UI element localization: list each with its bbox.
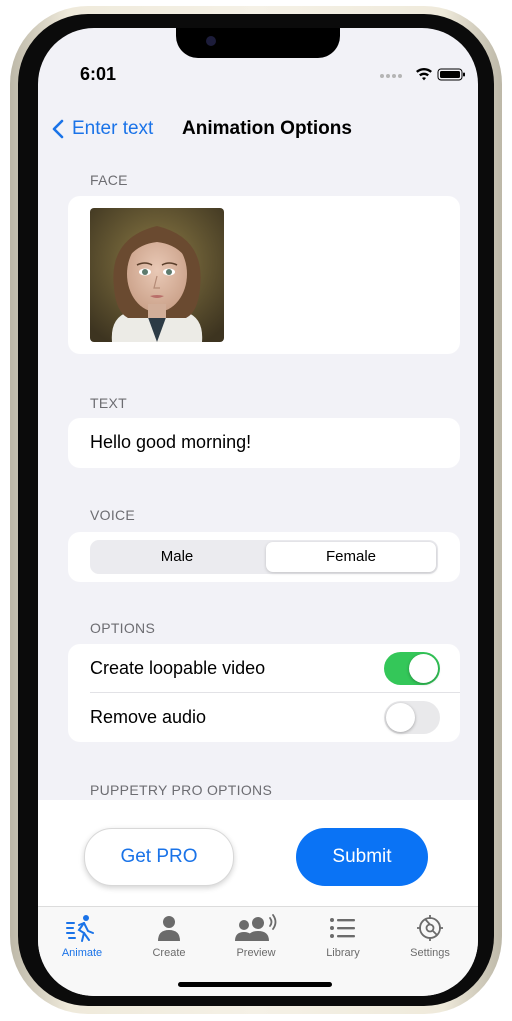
screen: 6:01 Enter text Animation Options FACE T… [38,28,478,996]
face-card [68,196,460,354]
animation-text-value: Hello good morning! [90,432,252,452]
status-icons [378,66,468,82]
voice-section-label: VOICE [90,507,136,523]
phone-bezel: 6:01 Enter text Animation Options FACE T… [18,14,494,1006]
option-row-loopable: Create loopable video [90,644,460,692]
wifi-icon [416,67,432,81]
animate-runner-icon [66,915,94,942]
options-card: Create loopable video Remove audio [68,644,460,742]
page-title: Animation Options [182,118,352,139]
gear-icon [417,915,443,941]
tab-settings[interactable]: Settings [390,913,470,959]
front-camera [206,36,216,46]
loopable-video-label: Create loopable video [90,658,266,678]
voice-option-male[interactable]: Male [92,542,262,572]
voice-segmented-control: Male Female [90,540,438,574]
status-time: 6:01 [80,64,117,84]
voice-option-female[interactable]: Female [266,542,436,572]
loopable-video-toggle[interactable] [384,652,440,685]
notch [176,28,340,58]
toggle-knob [386,703,415,732]
tab-create[interactable]: Create [129,913,209,959]
tab-preview[interactable]: Preview [216,913,296,959]
text-card[interactable]: Hello good morning! [68,418,460,468]
text-section-label: TEXT [90,395,127,411]
voice-card: Male Female [68,532,460,582]
back-button[interactable]: Enter text [52,116,153,142]
toggle-knob [409,654,438,683]
battery-icon [437,68,465,81]
phone-frame: 6:01 Enter text Animation Options FACE T… [10,6,502,1014]
tab-animate-label: Animate [61,947,103,959]
get-pro-button[interactable]: Get PRO [84,828,234,886]
back-button-label: Enter text [72,118,154,139]
face-section-label: FACE [90,172,128,188]
tab-create-label: Create [152,947,186,959]
tab-animate[interactable]: Animate [42,913,122,959]
home-indicator[interactable] [178,982,332,987]
tab-library[interactable]: Library [303,913,383,959]
tab-library-label: Library [326,947,360,959]
face-image[interactable] [90,208,224,342]
tab-settings-label: Settings [410,947,450,959]
person-icon [158,916,180,941]
options-section-label: OPTIONS [90,620,156,636]
option-row-remove-audio: Remove audio [90,693,460,741]
list-icon [330,918,355,938]
pro-options-section-label: PUPPETRY PRO OPTIONS [90,782,273,798]
action-panel: Get PRO Submit [38,800,478,906]
remove-audio-label: Remove audio [90,707,207,727]
cellular-signal-icon [380,74,402,78]
chevron-left-icon [52,119,64,139]
tab-preview-label: Preview [236,947,276,959]
submit-button[interactable]: Submit [296,828,428,886]
people-speaking-icon [235,914,277,941]
remove-audio-toggle[interactable] [384,701,440,734]
